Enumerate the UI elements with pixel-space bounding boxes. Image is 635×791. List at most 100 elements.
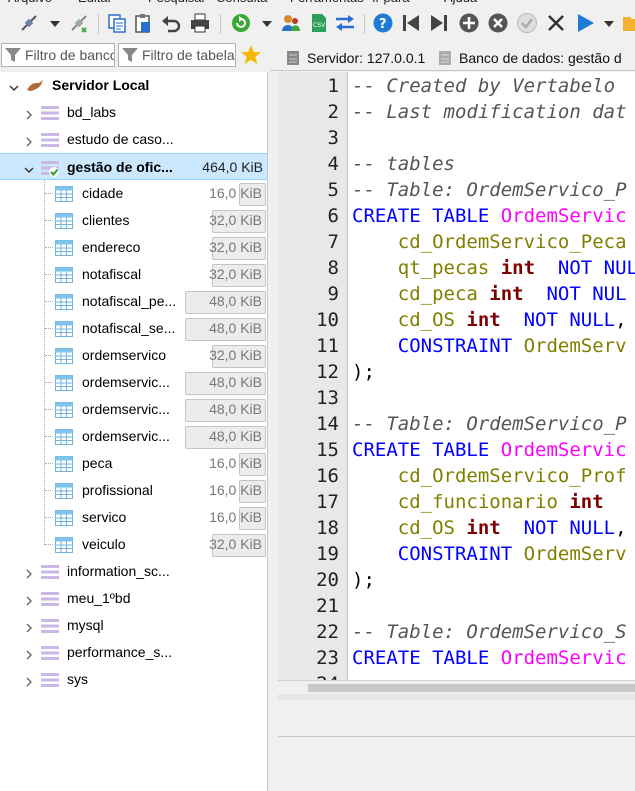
apply-icon[interactable] — [516, 12, 538, 34]
chevron-right-icon[interactable] — [24, 107, 34, 120]
paste-icon[interactable] — [132, 12, 154, 34]
tree-item-database[interactable]: mysql — [0, 612, 267, 639]
line-number: 23 — [316, 647, 339, 669]
tree-item-table[interactable]: endereco 32,0 KiB — [0, 234, 267, 261]
first-icon[interactable] — [400, 12, 422, 34]
tree-item-table[interactable]: notafiscal_pe... 48,0 KiB — [0, 288, 267, 315]
line-number: 11 — [316, 335, 339, 357]
tree-item-database[interactable]: bd_labs — [0, 99, 267, 126]
tree-item-database[interactable]: information_sc... — [0, 558, 267, 585]
code-line: cd_OS int NOT NULL, — [352, 517, 627, 539]
connect-icon[interactable] — [18, 12, 40, 34]
bottom-panel — [278, 694, 635, 791]
tree-item-label: performance_s... — [67, 644, 173, 660]
menu-item[interactable]: Ir para — [372, 0, 410, 5]
table-size: 48,0 KiB — [209, 320, 262, 336]
line-number: 5 — [327, 179, 339, 201]
chevron-right-icon[interactable] — [24, 593, 34, 606]
table-size: 48,0 KiB — [209, 428, 262, 444]
tree-item-label: mysql — [67, 617, 104, 633]
tree-item-database[interactable]: sys — [0, 666, 267, 693]
menu-item[interactable]: Consulta — [216, 0, 267, 5]
code-line: CONSTRAINT OrdemServ — [352, 335, 627, 357]
tree-item-table[interactable]: ordemservic... 48,0 KiB — [0, 369, 267, 396]
tree-item-database-selected[interactable]: gestão de ofic... 464,0 KiB — [0, 153, 267, 180]
refresh-icon[interactable] — [230, 12, 252, 34]
code-token: CREATE TABLE — [352, 205, 501, 227]
sql-editor[interactable]: 123456789101112131415161718192021222324 … — [278, 72, 635, 680]
code-line: CONSTRAINT OrdemServ — [352, 543, 627, 565]
tree-item-table[interactable]: notafiscal_se... 48,0 KiB — [0, 315, 267, 342]
chevron-right-icon[interactable] — [24, 674, 34, 687]
tree-item-table[interactable]: veiculo 32,0 KiB — [0, 531, 267, 558]
folder-icon[interactable] — [622, 12, 635, 34]
disconnect-icon[interactable] — [68, 12, 90, 34]
undo-icon[interactable] — [160, 12, 182, 34]
chevron-down-icon[interactable] — [24, 162, 34, 173]
menu-item[interactable]: Arquivo — [8, 0, 52, 5]
tree-item-database[interactable]: meu_1ºbd — [0, 585, 267, 612]
add-icon[interactable] — [458, 12, 480, 34]
csv-export-icon[interactable]: CSV — [308, 12, 330, 34]
line-number: 3 — [327, 127, 339, 149]
chevron-right-icon[interactable] — [24, 620, 34, 633]
tree-item-table[interactable]: ordemservic... 48,0 KiB — [0, 396, 267, 423]
table-size: 32,0 KiB — [209, 239, 262, 255]
tree-item-label: ordemservic... — [82, 374, 170, 390]
horizontal-scrollbar[interactable] — [278, 680, 635, 694]
chevron-right-icon[interactable] — [24, 134, 34, 147]
chevron-right-icon[interactable] — [24, 647, 34, 660]
menu-item[interactable]: Pesquisar — [148, 0, 206, 5]
code-token: cd_OrdemServico_Peca — [397, 231, 627, 253]
run-icon[interactable] — [574, 12, 596, 34]
table-filter-input[interactable]: Filtro de tabela — [118, 43, 236, 67]
connect-dropdown-icon[interactable] — [50, 21, 60, 27]
scrollbar-thumb[interactable] — [308, 684, 635, 692]
chevron-down-icon[interactable] — [9, 80, 19, 91]
database-filter-input[interactable]: Filtro de banco — [1, 43, 115, 67]
tree-item-table[interactable]: ordemservic... 48,0 KiB — [0, 423, 267, 450]
cancel-icon[interactable] — [545, 12, 567, 34]
table-size: 32,0 KiB — [209, 212, 262, 228]
refresh-dropdown-icon[interactable] — [262, 21, 272, 27]
database-icon — [40, 103, 60, 123]
tree-item-label: sys — [67, 671, 88, 687]
transfer-icon[interactable] — [334, 12, 356, 34]
tree-item-table[interactable]: clientes 32,0 KiB — [0, 207, 267, 234]
favorites-star-icon[interactable] — [240, 44, 262, 66]
tree-item-table[interactable]: notafiscal 32,0 KiB — [0, 261, 267, 288]
table-size: 16,0 KiB — [209, 482, 262, 498]
menu-item[interactable]: Ferramentas — [290, 0, 364, 5]
tree-item-server-local[interactable]: Servidor Local — [0, 72, 267, 99]
code-token: OrdemServic — [500, 205, 627, 227]
line-number: 6 — [327, 205, 339, 227]
code-token: CREATE TABLE — [352, 439, 501, 461]
copy-icon[interactable] — [106, 12, 128, 34]
tab-server[interactable]: Servidor: 127.0.0.1 — [276, 44, 425, 71]
tree-item-table[interactable]: cidade 16,0 KiB — [0, 180, 267, 207]
line-number: 17 — [316, 491, 339, 513]
tree-item-label: cidade — [82, 185, 124, 201]
table-icon — [54, 481, 74, 501]
tree-item-table[interactable]: profissional 16,0 KiB — [0, 477, 267, 504]
chevron-right-icon[interactable] — [24, 566, 34, 579]
last-icon[interactable] — [428, 12, 450, 34]
user-manager-icon[interactable] — [280, 12, 302, 34]
tree-item-table[interactable]: peca 16,0 KiB — [0, 450, 267, 477]
tab-database[interactable]: Banco de dados: gestão d — [428, 44, 622, 71]
tree-item-database[interactable]: performance_s... — [0, 639, 267, 666]
line-number: 15 — [316, 439, 339, 461]
server-icon — [287, 50, 299, 65]
print-icon[interactable] — [189, 12, 211, 34]
code-token: ); — [352, 361, 375, 383]
delete-icon[interactable] — [487, 12, 509, 34]
menu-item[interactable]: Ajuda — [444, 0, 477, 5]
run-dropdown-icon[interactable] — [604, 21, 614, 27]
help-icon[interactable]: ? — [372, 12, 394, 34]
tree-item-table[interactable]: ordemservico 32,0 KiB — [0, 342, 267, 369]
tree-item-table[interactable]: servico 16,0 KiB — [0, 504, 267, 531]
tree-item-database[interactable]: estudo de caso... — [0, 126, 267, 153]
menu-item[interactable]: Editar — [78, 0, 112, 5]
line-number: 8 — [327, 257, 339, 279]
